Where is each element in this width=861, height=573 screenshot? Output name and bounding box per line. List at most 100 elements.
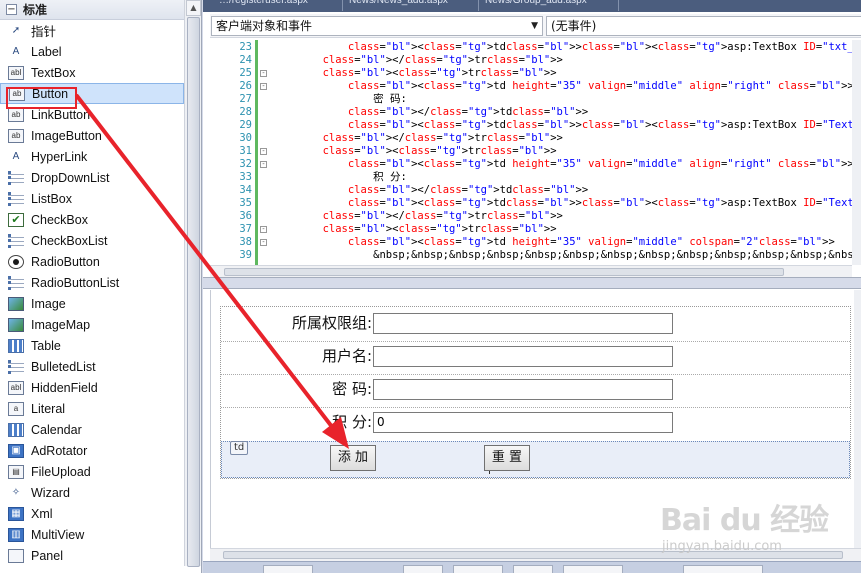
- toolbox-item-fileupload[interactable]: ▤ FileUpload: [0, 461, 184, 482]
- toolbox-item-calendar[interactable]: Calendar: [0, 419, 184, 440]
- toolbox-scroll-thumb[interactable]: [187, 17, 200, 567]
- view-design-button[interactable]: [263, 565, 313, 573]
- toolbox-item-label: Wizard: [31, 485, 70, 500]
- line-number: 33: [239, 171, 252, 183]
- fold-toggle-icon[interactable]: -: [260, 148, 267, 155]
- toolbox-item-checkboxlist[interactable]: CheckBoxList: [0, 230, 184, 251]
- toolbox-item-label: Label: [31, 44, 62, 59]
- toolbox-scrollbar[interactable]: ▲: [184, 0, 201, 567]
- tag-selector-3[interactable]: [513, 565, 553, 573]
- toolbox-item-label: LinkButton: [31, 107, 91, 122]
- line-number: 29: [239, 119, 252, 131]
- code-line[interactable]: 积 分:: [272, 171, 407, 184]
- wizard-icon: ✧: [11, 487, 21, 498]
- code-line[interactable]: class="bl"><class="tg">td height="35" va…: [272, 158, 852, 171]
- toolbox-item-radiobutton[interactable]: RadioButton: [0, 251, 184, 272]
- tag-selector-5[interactable]: [683, 565, 763, 573]
- tag-selector-1[interactable]: [403, 565, 443, 573]
- code-line[interactable]: &nbsp;&nbsp;&nbsp;&nbsp;&nbsp;&nbsp;&nbs…: [272, 249, 852, 262]
- fold-toggle-icon[interactable]: -: [260, 70, 267, 77]
- td-tag-label[interactable]: td: [230, 441, 249, 455]
- toolbox-item-bulletedlist[interactable]: BulletedList: [0, 356, 184, 377]
- button-icon: ab: [9, 86, 25, 101]
- code-line[interactable]: class="bl"><class="tg">trclass="bl">>: [272, 67, 557, 80]
- toolbox-item-linkbutton[interactable]: ab LinkButton: [0, 104, 184, 125]
- fold-toggle-icon[interactable]: -: [260, 83, 267, 90]
- toolbox-item-label: ImageButton: [31, 128, 102, 143]
- code-line[interactable]: class="bl"></class="tg">trclass="bl">>: [272, 54, 563, 67]
- code-line[interactable]: 密 码:: [272, 93, 407, 106]
- reset-button[interactable]: 重 置: [484, 445, 530, 471]
- add-button[interactable]: 添 加: [330, 445, 376, 471]
- code-horizontal-scrollbar[interactable]: [210, 265, 852, 277]
- code-line[interactable]: class="bl"><class="tg">td height="35" va…: [272, 80, 852, 93]
- tag-selector-2[interactable]: [453, 565, 503, 573]
- code-line[interactable]: class="bl"></class="tg">trclass="bl">>: [272, 132, 563, 145]
- split-view-divider[interactable]: [203, 277, 861, 289]
- toolbox-item-imagebutton[interactable]: ab ImageButton: [0, 125, 184, 146]
- toolbox-item-button[interactable]: ab Button: [0, 83, 184, 104]
- toolbox-item-label: Xml: [31, 506, 53, 521]
- design-horizontal-scrollbar[interactable]: [210, 548, 861, 561]
- fold-toggle-icon[interactable]: -: [260, 239, 267, 246]
- code-line[interactable]: class="bl"><class="tg">tdclass="bl">>cla…: [272, 119, 852, 132]
- listbox-icon: [8, 191, 24, 206]
- radiobutton-icon: [8, 254, 24, 269]
- code-line[interactable]: class="bl"><class="tg">td height="35" va…: [272, 236, 835, 249]
- toolbox-group-standard[interactable]: − 标准: [0, 0, 184, 20]
- code-line[interactable]: class="bl"></class="tg">trclass="bl">>: [272, 210, 563, 223]
- toolbox-item-listbox[interactable]: ListBox: [0, 188, 184, 209]
- code-line[interactable]: class="bl"><class="tg">tdclass="bl">>cla…: [272, 41, 852, 54]
- design-vertical-scrollbar[interactable]: [854, 290, 861, 548]
- tab-registeruser[interactable]: …/registeruser.aspx: [213, 0, 343, 11]
- buttons-cell[interactable]: 添 加 重 置: [221, 441, 850, 478]
- code-line[interactable]: class="bl"></class="tg">tdclass="bl">>: [272, 106, 588, 119]
- fold-toggle-icon[interactable]: -: [260, 161, 267, 168]
- code-line[interactable]: class="bl"><class="tg">tdclass="bl">>cla…: [272, 197, 852, 210]
- code-line[interactable]: class="bl"></class="tg">tdclass="bl">>: [272, 184, 588, 197]
- fold-toggle-icon[interactable]: -: [260, 226, 267, 233]
- code-hscroll-thumb[interactable]: [224, 268, 784, 276]
- toolbox-item-xml[interactable]: ▦ Xml: [0, 503, 184, 524]
- toolbox-item-pointer[interactable]: ➚ 指针: [0, 20, 184, 41]
- toolbox-item-checkbox[interactable]: ✔ CheckBox: [0, 209, 184, 230]
- password-textbox[interactable]: [373, 379, 673, 400]
- toolbox-item-wizard[interactable]: ✧ Wizard: [0, 482, 184, 503]
- tab-news-add[interactable]: News/News_add.aspx: [343, 0, 479, 11]
- toolbox-item-label: FileUpload: [31, 464, 91, 479]
- tab-group-add[interactable]: News/Group_add.aspx: [479, 0, 619, 11]
- client-objects-dropdown[interactable]: 客户端对象和事件 ▼: [211, 16, 543, 36]
- toolbox-item-image[interactable]: Image: [0, 293, 184, 314]
- design-hscroll-thumb[interactable]: [223, 551, 843, 559]
- toolbox-item-dropdownlist[interactable]: DropDownList: [0, 167, 184, 188]
- toolbox-item-textbox[interactable]: abl TextBox: [0, 62, 184, 83]
- score-textbox[interactable]: 0: [373, 412, 673, 433]
- code-editor[interactable]: 23 24 25 26 27 28 29 30 31 32 33 34 35 36 37 38 39 class…: [210, 40, 852, 265]
- form-table[interactable]: 所属权限组: 用户名: 密 码: 积 分: 0 添 加 重 置 td: [220, 306, 851, 479]
- toolbox-item-hiddenfield[interactable]: abl HiddenField: [0, 377, 184, 398]
- tag-selector-4[interactable]: [563, 565, 623, 573]
- toolbox-item-radiobuttonlist[interactable]: RadioButtonList: [0, 272, 184, 293]
- toolbox-item-panel[interactable]: Panel: [0, 545, 184, 566]
- username-label: 用户名:: [321, 347, 372, 365]
- line-number: 25: [239, 67, 252, 79]
- code-vertical-scrollbar[interactable]: [852, 40, 861, 265]
- code-line[interactable]: class="bl"><class="tg">trclass="bl">>: [272, 145, 557, 158]
- group-textbox[interactable]: [373, 313, 673, 334]
- toolbox-item-imagemap[interactable]: ImageMap: [0, 314, 184, 335]
- scroll-up-icon[interactable]: ▲: [186, 0, 201, 16]
- toolbox-item-adrotator[interactable]: ▣ AdRotator: [0, 440, 184, 461]
- username-textbox[interactable]: [373, 346, 673, 367]
- code-line[interactable]: class="bl"><class="tg">trclass="bl">>: [272, 223, 557, 236]
- collapse-icon[interactable]: −: [6, 4, 17, 15]
- toolbox-item-multiview[interactable]: ▥ MultiView: [0, 524, 184, 545]
- toolbox-item-label: Literal: [31, 401, 66, 416]
- events-dropdown[interactable]: (无事件): [546, 16, 861, 36]
- toolbox-item-literal[interactable]: a Literal: [0, 398, 184, 419]
- toolbox-group-label: 标准: [23, 3, 48, 17]
- toolbox-item-label[interactable]: A Label: [0, 41, 184, 62]
- toolbox-item-label: Button: [32, 86, 69, 101]
- toolbox-item-hyperlink[interactable]: A HyperLink: [0, 146, 184, 167]
- design-surface[interactable]: 所属权限组: 用户名: 密 码: 积 分: 0 添 加 重 置 td: [210, 290, 861, 548]
- toolbox-item-table[interactable]: Table: [0, 335, 184, 356]
